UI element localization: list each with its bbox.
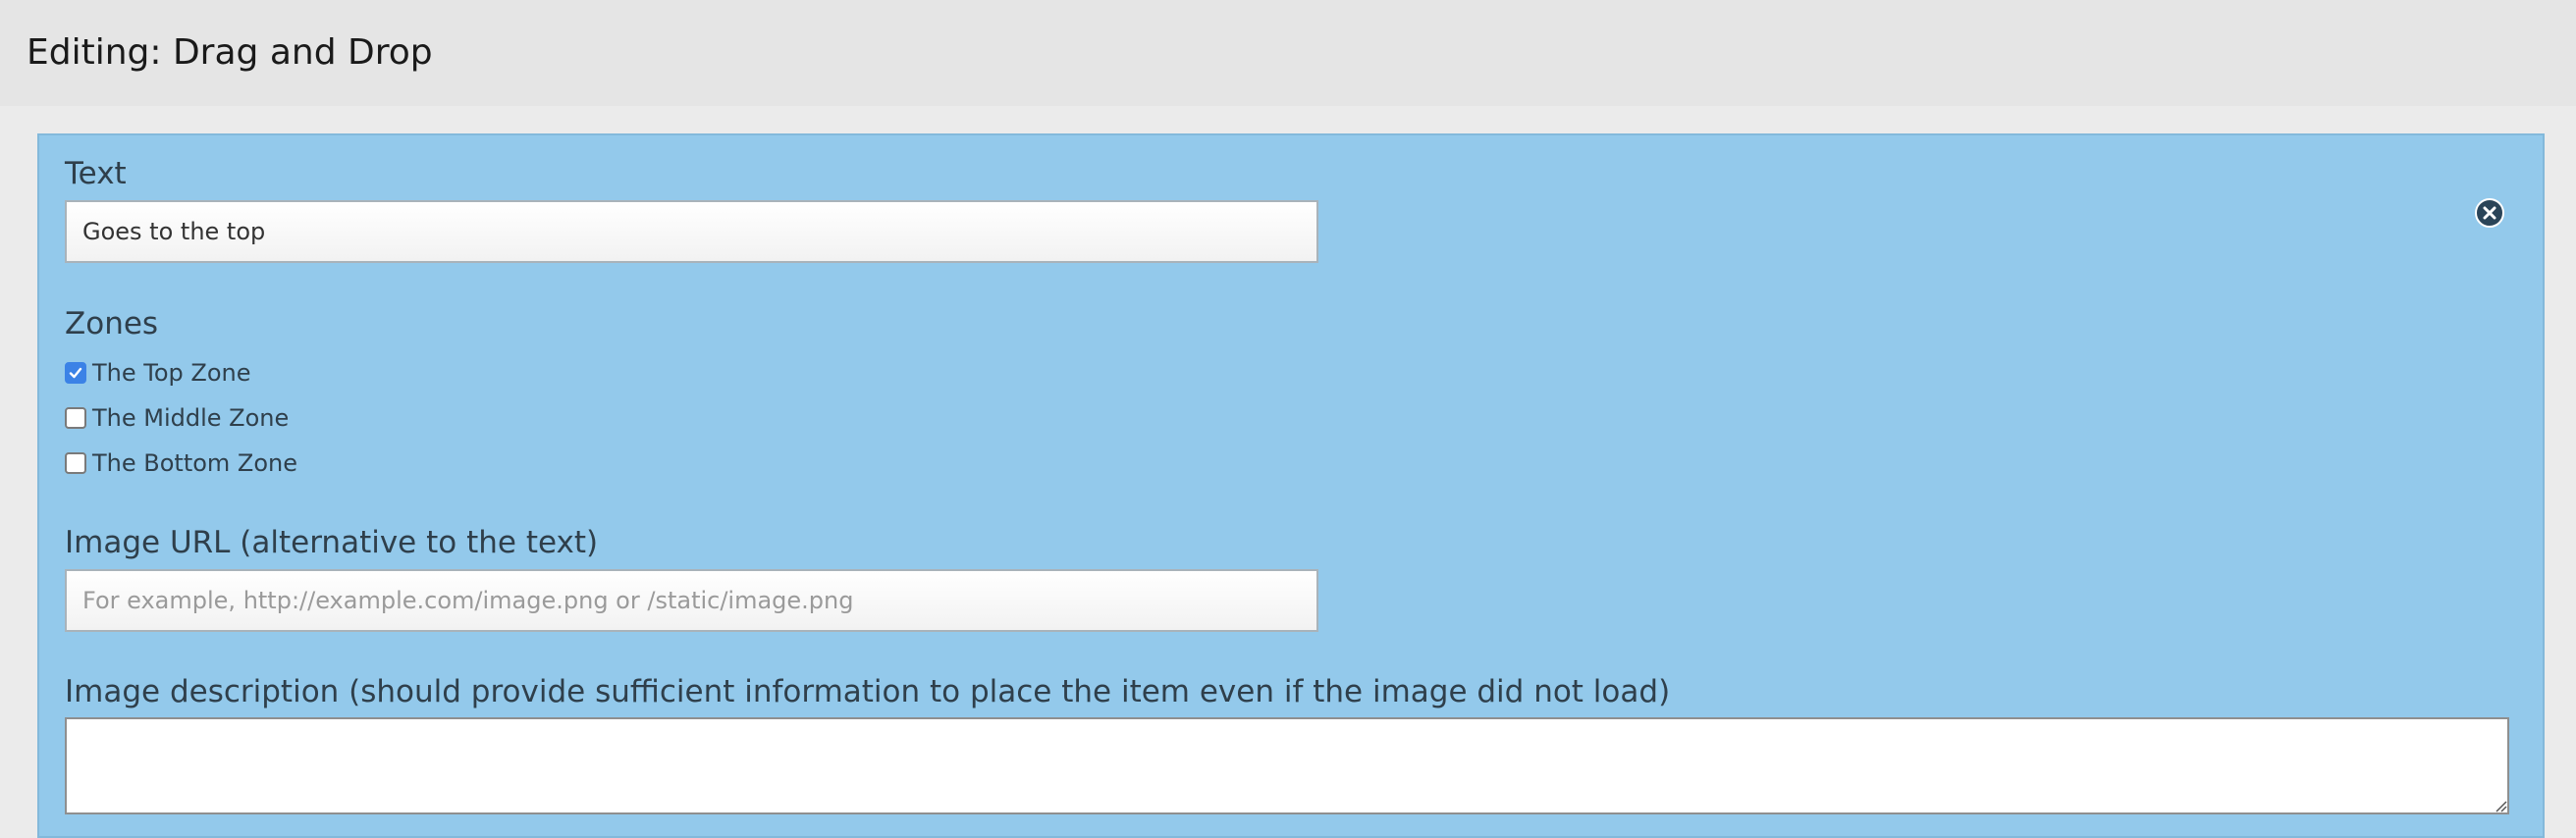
zone-top-checkbox[interactable] <box>65 362 86 384</box>
zone-option-bottom[interactable]: The Bottom Zone <box>65 448 297 478</box>
image-url-label: Image URL (alternative to the text) <box>65 525 599 560</box>
image-url-input[interactable] <box>65 569 1318 632</box>
zone-middle-checkbox[interactable] <box>65 407 86 429</box>
page-title: Editing: Drag and Drop <box>27 32 433 73</box>
remove-item-button[interactable] <box>2475 198 2504 228</box>
zone-option-middle[interactable]: The Middle Zone <box>65 403 289 433</box>
zone-option-top[interactable]: The Top Zone <box>65 358 251 388</box>
close-circle-icon <box>2483 206 2496 220</box>
image-description-label: Image description (should provide suffic… <box>65 674 1671 709</box>
item-editor-panel: Text Zones The Top Zone The Middle Zone … <box>37 133 2545 838</box>
zone-middle-label: The Middle Zone <box>92 404 290 432</box>
resize-grip-icon[interactable] <box>2494 799 2507 812</box>
check-icon <box>69 367 82 379</box>
zones-label: Zones <box>65 306 159 341</box>
zone-bottom-label: The Bottom Zone <box>92 449 298 477</box>
image-description-textarea[interactable] <box>65 717 2509 814</box>
item-text-input[interactable] <box>65 200 1318 263</box>
zone-bottom-checkbox[interactable] <box>65 452 86 474</box>
zone-top-label: The Top Zone <box>92 359 251 387</box>
text-field-label: Text <box>65 156 127 191</box>
page-header: Editing: Drag and Drop <box>0 0 2576 106</box>
